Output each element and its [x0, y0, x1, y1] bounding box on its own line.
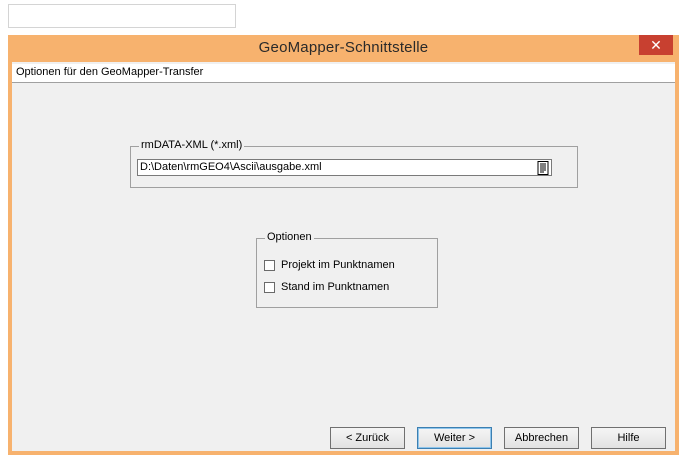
options-group-label: Optionen [265, 231, 314, 243]
cancel-button[interactable]: Abbrechen [504, 427, 579, 449]
option-stand-label: Stand im Punktnamen [281, 281, 390, 293]
window-title: GeoMapper-Schnittstelle [258, 39, 429, 56]
dialog-client-area: Optionen für den GeoMapper-Transfer rmDA… [12, 62, 675, 451]
next-button[interactable]: Weiter > [417, 427, 492, 449]
top-blank-field [8, 4, 236, 28]
option-projekt-label: Projekt im Punktnamen [281, 259, 395, 271]
header-banner: Optionen für den GeoMapper-Transfer [12, 64, 675, 83]
option-projekt-checkbox[interactable] [264, 259, 275, 271]
xml-group-label: rmDATA-XML (*.xml) [139, 139, 245, 151]
help-button[interactable]: Hilfe [591, 427, 666, 449]
document-icon [537, 160, 549, 175]
title-bar[interactable]: GeoMapper-Schnittstelle ✕ [8, 35, 679, 62]
options-group: Optionen Projekt im Punktnamen Stand im … [256, 231, 438, 308]
xml-path-field[interactable]: D:\Daten\rmGEO4\Ascii\ausgabe.xml [137, 159, 552, 176]
browse-file-button[interactable] [535, 160, 551, 175]
banner-text: Optionen für den GeoMapper-Transfer [16, 66, 204, 78]
option-projekt-row[interactable]: Projekt im Punktnamen [264, 258, 395, 272]
close-button[interactable]: ✕ [639, 35, 673, 55]
dialog-window: GeoMapper-Schnittstelle ✕ Optionen für d… [8, 35, 679, 455]
option-stand-checkbox[interactable] [264, 281, 275, 293]
close-icon: ✕ [650, 37, 662, 53]
option-stand-row[interactable]: Stand im Punktnamen [264, 280, 389, 294]
back-button[interactable]: < Zurück [330, 427, 405, 449]
xml-file-group: rmDATA-XML (*.xml) D:\Daten\rmGEO4\Ascii… [130, 139, 578, 188]
